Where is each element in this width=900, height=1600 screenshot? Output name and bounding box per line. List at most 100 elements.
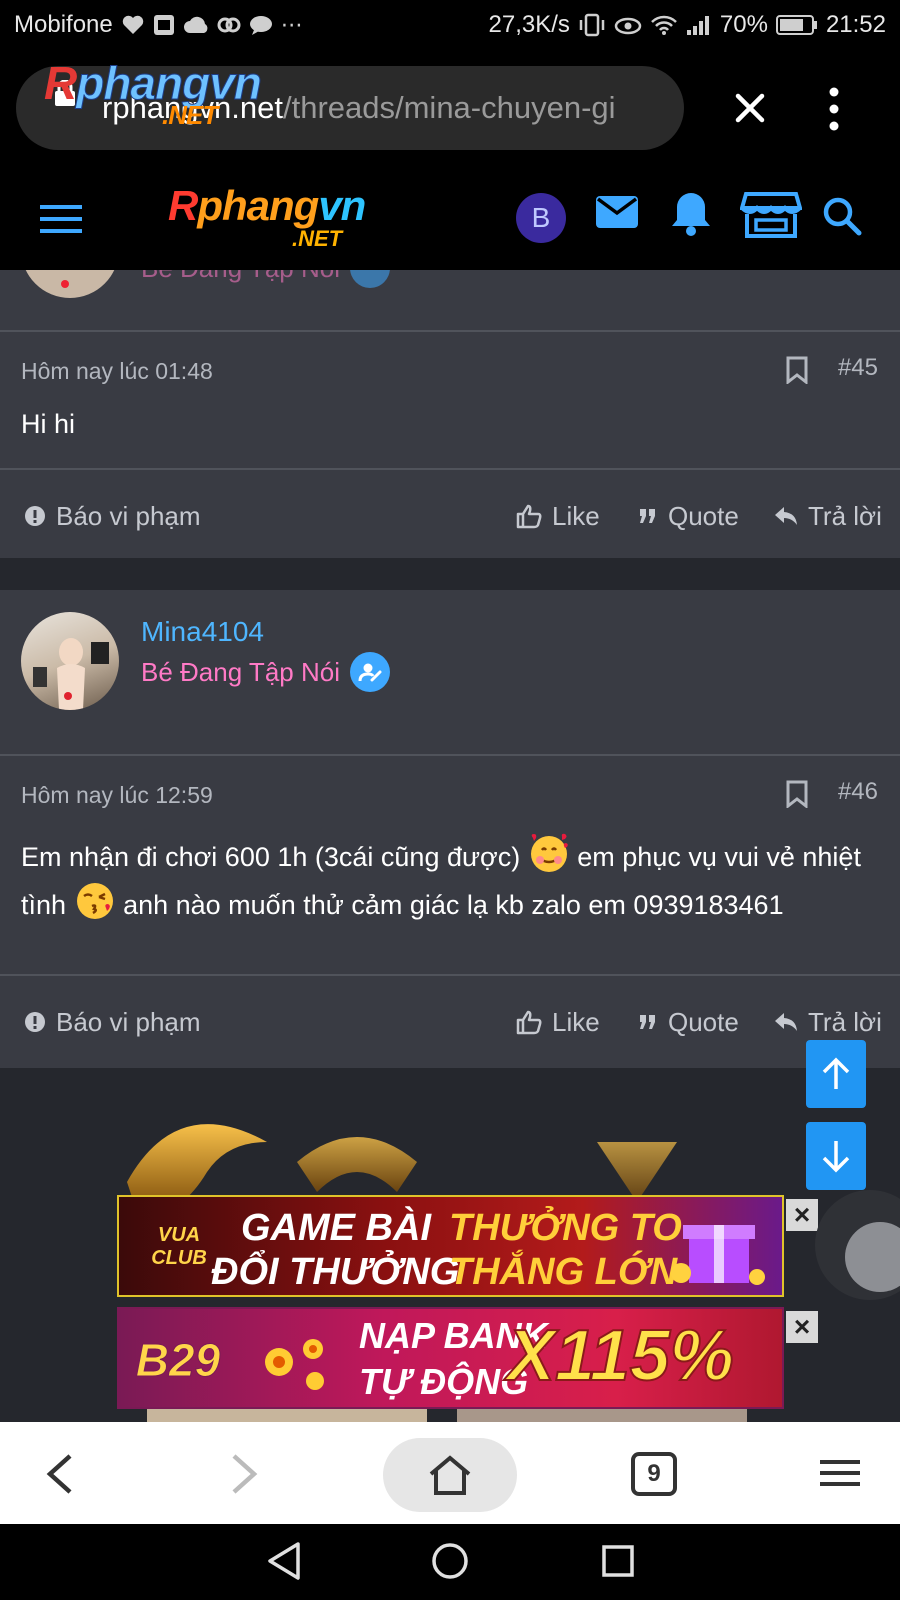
post-actions: Báo vi phạm Like Quote Trả lời: [0, 470, 900, 562]
browser-menu-icon[interactable]: [820, 1458, 860, 1488]
thread-content: Bé Đang Tập Nói Hôm nay lúc 01:48 #45 Hi…: [0, 270, 900, 1422]
arrow-up-icon: [822, 1057, 850, 1089]
like-button[interactable]: Like: [516, 1007, 600, 1038]
tabs-button[interactable]: 9: [631, 1452, 677, 1496]
report-button[interactable]: Báo vi phạm: [24, 1007, 201, 1038]
ad-text-line: THẮNG LỚN: [449, 1251, 678, 1293]
ad-brand-text: B29: [135, 1334, 221, 1387]
arrow-down-icon: [822, 1141, 850, 1173]
alert-icon: [25, 506, 45, 526]
signal-icon: [686, 16, 709, 35]
url-domain: rphangvn.net: [102, 90, 283, 125]
post-body: Hi hi: [21, 409, 76, 439]
post-actions: Báo vi phạm Like Quote Trả lời: [0, 976, 900, 1068]
health-icon: [122, 15, 143, 35]
site-logo-suffix: .NET: [292, 226, 343, 251]
post-body-part: Em nhận đi chơi 600 1h (3cái cũng được): [21, 842, 521, 872]
post-time[interactable]: Hôm nay lúc 12:59: [21, 782, 213, 809]
site-logo[interactable]: Rphangvn .NET: [168, 182, 428, 258]
url-bar[interactable]: rphangvn.net/threads/mina-chuyen-gi: [16, 66, 684, 150]
user-avatar-button[interactable]: B: [516, 193, 566, 243]
quote-button[interactable]: Quote: [638, 501, 739, 532]
user-title: Bé Đang Tập Nói: [141, 652, 390, 692]
ad-text-line: THƯỞNG TO: [449, 1207, 682, 1249]
reply-label: Trả lời: [808, 500, 882, 531]
forward-arrow-icon[interactable]: [230, 1452, 260, 1496]
eye-icon: [614, 17, 642, 35]
like-label: Like: [552, 1006, 600, 1037]
post-45: Hôm nay lúc 01:48 #45 Hi hi Báo vi phạm …: [0, 332, 900, 558]
home-icon: [429, 1455, 471, 1495]
status-bar: Mobifone ⋯ 27,3K/s 70% 21:52: [0, 0, 900, 50]
mail-icon[interactable]: [594, 194, 640, 230]
ad-close-button[interactable]: ×: [786, 1311, 818, 1343]
battery-icon: [775, 15, 817, 35]
quote-icon: [640, 509, 655, 523]
report-label: Báo vi phạm: [56, 500, 201, 531]
post-number[interactable]: #45: [838, 354, 878, 382]
bookmark-icon[interactable]: [786, 780, 808, 808]
ad-banner-b29[interactable]: B29 NẠP BANK TỰ ĐỘNG X115%: [117, 1307, 784, 1409]
ad-text-line: ĐỔI THƯỞNG: [211, 1251, 460, 1293]
verified-user-icon: [349, 652, 390, 692]
ad-close-button[interactable]: ×: [786, 1199, 818, 1231]
post-body-part: anh nào muốn thử cảm giác lạ kb zalo em …: [123, 890, 784, 920]
user-avatar[interactable]: [21, 612, 119, 710]
report-button[interactable]: Báo vi phạm: [24, 501, 201, 532]
post-user-header-partial: Bé Đang Tập Nói: [0, 270, 900, 336]
flower-decoration-icon: [265, 1339, 324, 1390]
scroll-to-top-button[interactable]: [806, 1040, 866, 1108]
ad-banner-vua-club[interactable]: VUA CLUB GAME BÀI THƯỞNG TO ĐỔI THƯỞNG T…: [117, 1195, 784, 1297]
more-options-icon[interactable]: [826, 86, 842, 132]
floating-assistive-button[interactable]: [815, 1190, 900, 1300]
ad-text-line: GAME BÀI: [241, 1207, 431, 1249]
app-notification-icon: [153, 15, 174, 35]
search-icon[interactable]: [822, 196, 862, 236]
verified-icon: [349, 270, 390, 288]
browser-bottom-nav: 9: [0, 1422, 900, 1524]
lock-icon: [55, 80, 75, 106]
scroll-to-bottom-button[interactable]: [806, 1122, 866, 1190]
kissing-face-emoji-icon: [76, 883, 113, 919]
site-header: Rphangvn .NET B: [0, 168, 900, 270]
post-number[interactable]: #46: [838, 778, 878, 806]
thumbs-up-icon: [516, 1010, 542, 1035]
system-back-icon[interactable]: [266, 1540, 302, 1582]
home-button[interactable]: [383, 1438, 517, 1512]
reply-button[interactable]: Trả lời: [774, 501, 882, 532]
reply-icon: [775, 1013, 797, 1031]
quote-label: Quote: [668, 500, 739, 531]
network-speed: 27,3K/s: [488, 11, 570, 38]
gift-box-icon: [671, 1225, 765, 1285]
chat-icon: [249, 16, 272, 35]
site-logo-text: Rphangvn: [168, 182, 366, 229]
url-path: /threads/mina-chuyen-gi: [282, 90, 616, 125]
like-button[interactable]: Like: [516, 501, 600, 532]
ad-text-line: TỰ ĐỘNG: [359, 1361, 529, 1402]
post-time[interactable]: Hôm nay lúc 01:48: [21, 358, 213, 385]
link-icon: [217, 17, 241, 33]
reply-button[interactable]: Trả lời: [774, 1007, 882, 1038]
menu-icon[interactable]: [40, 202, 82, 236]
user-title-text: Bé Đang Tập Nói: [141, 656, 340, 687]
user-title-partial: Bé Đang Tập Nói: [141, 270, 390, 288]
post-46: Hôm nay lúc 12:59 #46 Em nhận đi chơi 60…: [0, 756, 900, 1068]
system-recents-icon[interactable]: [601, 1544, 635, 1578]
avatar[interactable]: [21, 270, 119, 298]
close-icon[interactable]: [726, 84, 774, 132]
back-arrow-icon[interactable]: [44, 1452, 74, 1496]
clock: 21:52: [825, 11, 886, 38]
bookmark-icon[interactable]: [786, 356, 808, 384]
alert-icon: [25, 1012, 45, 1032]
cloud-icon: [183, 16, 208, 33]
store-icon[interactable]: [740, 190, 802, 240]
wifi-icon: [651, 15, 677, 35]
quote-button[interactable]: Quote: [638, 1007, 739, 1038]
system-home-icon[interactable]: [431, 1542, 469, 1580]
bell-icon[interactable]: [670, 190, 712, 236]
post-46-user-header: Mina4104 Bé Đang Tập Nói: [0, 590, 900, 754]
more-notifications-icon: ⋯: [280, 12, 303, 37]
system-navigation-bar: [0, 1524, 900, 1600]
author-name[interactable]: Mina4104: [141, 616, 264, 648]
ad-highlight-text: X115%: [506, 1315, 735, 1397]
